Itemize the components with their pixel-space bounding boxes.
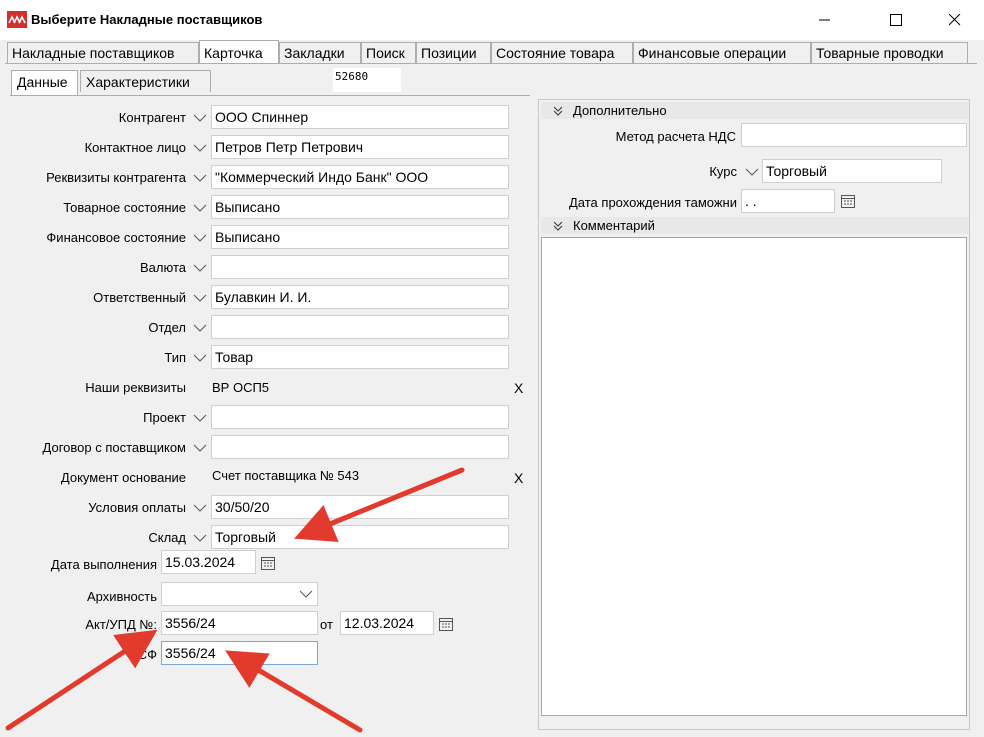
chevron-down-icon[interactable] bbox=[190, 318, 210, 338]
calendar-icon[interactable] bbox=[841, 194, 855, 208]
department-field[interactable] bbox=[211, 315, 509, 339]
goods-state-field[interactable]: Выписано bbox=[211, 195, 509, 219]
chevron-down-icon[interactable] bbox=[190, 108, 210, 128]
chevron-down-icon[interactable] bbox=[190, 348, 210, 368]
requisites-field[interactable]: "Коммерческий Индо Банк" ООО bbox=[211, 165, 509, 189]
close-button[interactable] bbox=[932, 0, 978, 40]
chevron-down-icon[interactable] bbox=[190, 528, 210, 548]
label-department: Отдел bbox=[148, 320, 186, 335]
app-logo-icon bbox=[7, 11, 27, 28]
tab-search[interactable]: Поиск bbox=[361, 42, 416, 63]
additional-section-header[interactable]: Дополнительно bbox=[541, 102, 969, 119]
base-doc-value: Счет поставщика № 543 bbox=[212, 468, 360, 483]
label-our-requisites: Наши реквизиты bbox=[85, 380, 186, 395]
maximize-button[interactable] bbox=[873, 0, 919, 40]
title-bar: Выберите Накладные поставщиков bbox=[0, 0, 984, 40]
chevron-down-icon[interactable] bbox=[190, 228, 210, 248]
subtab-data[interactable]: Данные bbox=[11, 70, 78, 95]
chevron-down-icon[interactable] bbox=[190, 288, 210, 308]
label-base-doc: Документ основание bbox=[60, 470, 186, 485]
tab-card[interactable]: Карточка bbox=[199, 40, 279, 63]
label-sf: СФ bbox=[137, 647, 157, 662]
chevron-down-icon[interactable] bbox=[742, 162, 762, 182]
exec-date-field[interactable]: 15.03.2024 bbox=[161, 550, 256, 574]
rate-field[interactable]: Торговый bbox=[762, 159, 942, 183]
collapse-icon bbox=[553, 221, 563, 231]
calendar-icon[interactable] bbox=[439, 617, 453, 631]
responsible-field[interactable]: Булавкин И. И. bbox=[211, 285, 509, 309]
project-field[interactable] bbox=[211, 405, 509, 429]
archive-select[interactable] bbox=[161, 582, 318, 606]
tab-financial-operations[interactable]: Финансовые операции bbox=[633, 42, 811, 63]
label-requisites: Реквизиты контрагента bbox=[46, 170, 186, 185]
label-payment-terms: Условия оплаты bbox=[88, 500, 186, 515]
label-goods-state: Товарное состояние bbox=[63, 200, 186, 215]
contract-field[interactable] bbox=[211, 435, 509, 459]
label-fin-state: Финансовое состояние bbox=[46, 230, 186, 245]
label-warehouse: Склад bbox=[148, 530, 186, 545]
label-customs-date: Дата прохождения таможни bbox=[569, 195, 737, 210]
chevron-down-icon[interactable] bbox=[190, 438, 210, 458]
act-date-field[interactable]: 12.03.2024 bbox=[340, 611, 434, 635]
label-project: Проект bbox=[143, 410, 186, 425]
minimize-button[interactable] bbox=[802, 0, 848, 40]
label-type: Тип bbox=[164, 350, 186, 365]
payment-terms-field[interactable]: 30/50/20 bbox=[211, 495, 509, 519]
sf-number-field[interactable]: 3556/24 bbox=[161, 641, 318, 665]
clear-base-doc-button[interactable]: X bbox=[514, 470, 523, 486]
label-archive: Архивность bbox=[86, 589, 157, 604]
kontragent-field[interactable]: ООО Спиннер bbox=[211, 105, 509, 129]
label-exec-date: Дата выполнения bbox=[50, 557, 157, 572]
our-requisites-value: ВР ОСП5 bbox=[212, 380, 270, 395]
document-number: 52680 bbox=[333, 68, 401, 92]
warehouse-field[interactable]: Торговый bbox=[211, 525, 509, 549]
type-field[interactable]: Товар bbox=[211, 345, 509, 369]
label-act: Акт/УПД №: bbox=[85, 617, 157, 632]
chevron-down-icon[interactable] bbox=[190, 168, 210, 188]
label-act-from: от bbox=[320, 617, 333, 632]
label-contact: Контактное лицо bbox=[84, 140, 186, 155]
comment-section-title: Комментарий bbox=[573, 218, 655, 233]
minimize-icon bbox=[819, 19, 830, 21]
tab-divider bbox=[5, 63, 977, 64]
chevron-down-icon[interactable] bbox=[190, 408, 210, 428]
close-icon bbox=[949, 14, 961, 26]
tab-goods-state[interactable]: Состояние товара bbox=[491, 42, 633, 63]
chevron-down-icon[interactable] bbox=[190, 138, 210, 158]
contact-field[interactable]: Петров Петр Петрович bbox=[211, 135, 509, 159]
chevron-down-icon[interactable] bbox=[190, 198, 210, 218]
additional-section-title: Дополнительно bbox=[573, 103, 667, 118]
maximize-icon bbox=[890, 14, 902, 26]
currency-field[interactable] bbox=[211, 255, 509, 279]
label-contract: Договор с поставщиком bbox=[42, 440, 186, 455]
clear-our-requisites-button[interactable]: X bbox=[514, 380, 523, 396]
tab-bookmarks[interactable]: Закладки bbox=[279, 42, 361, 63]
chevron-down-icon[interactable] bbox=[190, 258, 210, 278]
label-currency: Валюта bbox=[140, 260, 186, 275]
label-vat-method: Метод расчета НДС bbox=[615, 129, 736, 144]
tab-supplier-invoices[interactable]: Накладные поставщиков bbox=[7, 42, 199, 63]
fin-state-field[interactable]: Выписано bbox=[211, 225, 509, 249]
vat-method-field[interactable] bbox=[741, 123, 967, 147]
comment-textarea[interactable] bbox=[541, 237, 967, 716]
window-title: Выберите Накладные поставщиков bbox=[31, 12, 263, 27]
label-rate: Курс bbox=[709, 164, 737, 179]
subtab-divider bbox=[10, 95, 530, 96]
subtab-characteristics[interactable]: Характеристики bbox=[80, 70, 211, 92]
customs-date-field[interactable]: . . bbox=[741, 189, 835, 213]
chevron-down-icon[interactable] bbox=[296, 584, 316, 604]
tab-goods-postings[interactable]: Товарные проводки bbox=[811, 42, 968, 63]
calendar-icon[interactable] bbox=[261, 556, 275, 570]
collapse-icon bbox=[553, 106, 563, 116]
tab-positions[interactable]: Позиции bbox=[416, 42, 491, 63]
label-responsible: Ответственный bbox=[93, 290, 186, 305]
act-number-field[interactable]: 3556/24 bbox=[161, 611, 318, 635]
arrow-to-sf bbox=[225, 650, 363, 733]
chevron-down-icon[interactable] bbox=[190, 498, 210, 518]
label-kontragent: Контрагент bbox=[118, 110, 186, 125]
comment-section-header[interactable]: Комментарий bbox=[541, 217, 969, 234]
